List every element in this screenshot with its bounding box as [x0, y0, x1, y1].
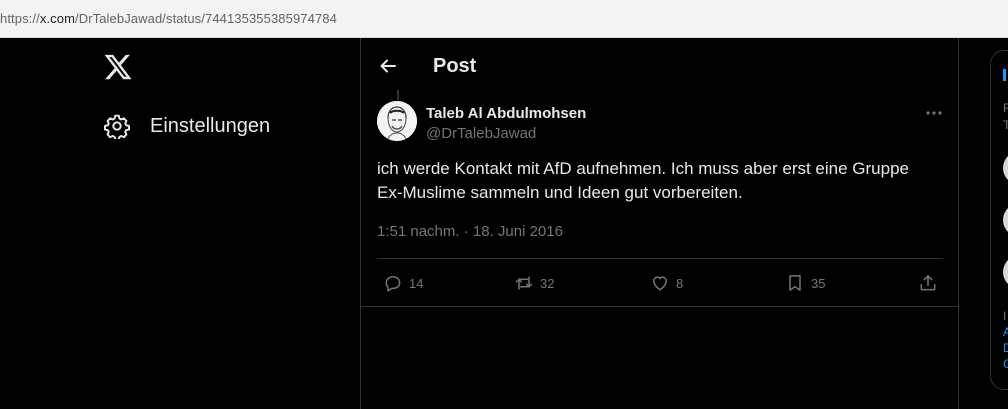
- back-button[interactable]: [378, 56, 398, 76]
- avatar-sketch-icon: [377, 101, 417, 141]
- sidebar-text: I: [1003, 309, 1007, 323]
- tweet-text-line: ich werde Kontakt mit AfD aufnehmen. Ich…: [377, 159, 909, 178]
- author-handle[interactable]: @DrTalebJawad: [426, 125, 536, 142]
- browser-url-bar[interactable]: https://x.com/DrTalebJawad/status/744135…: [0, 0, 1008, 38]
- tweet-timestamp[interactable]: 1:51 nachm. · 18. Juni 2016: [377, 223, 563, 240]
- more-options-button[interactable]: [924, 106, 944, 120]
- x-logo-icon[interactable]: [103, 52, 133, 82]
- bookmark-count: 35: [811, 275, 826, 291]
- more-dots-icon: [926, 111, 942, 115]
- url-path: /DrTalebJawad/status/744135355385974784: [75, 11, 337, 26]
- share-button[interactable]: [918, 272, 938, 294]
- avatar[interactable]: [1003, 255, 1008, 289]
- avatar[interactable]: [1003, 203, 1008, 237]
- nav-settings[interactable]: Einstellungen: [104, 110, 270, 142]
- bookmark-button[interactable]: 35: [785, 272, 825, 294]
- nav-settings-label: Einstellungen: [150, 114, 271, 137]
- main-column: Post Taleb Al Abdulmohsen @DrTalebJawad …: [360, 38, 959, 409]
- avatar[interactable]: [1003, 151, 1008, 185]
- tweet-text-line: Ex-Muslime sammeln und Ideen gut vorbere…: [377, 183, 743, 202]
- sidebar-text: T: [1003, 118, 1008, 132]
- heart-icon: [653, 276, 667, 291]
- gear-icon: [104, 114, 130, 139]
- divider: [361, 306, 958, 307]
- like-button[interactable]: 8: [650, 272, 683, 294]
- bookmark-icon: [789, 275, 801, 291]
- repost-icon: [515, 276, 533, 290]
- share-icon: [920, 275, 936, 291]
- divider: [377, 258, 943, 259]
- avatar[interactable]: [377, 101, 417, 141]
- url-prefix: https://: [0, 11, 40, 26]
- sidebar-text: R: [1003, 101, 1008, 115]
- repost-button[interactable]: 32: [514, 272, 554, 294]
- sidebar-link[interactable]: C: [1003, 357, 1008, 371]
- url-text[interactable]: https://x.com/DrTalebJawad/status/744135…: [0, 11, 337, 26]
- accent-bar: [1003, 69, 1006, 81]
- like-count: 8: [676, 275, 684, 291]
- thread-connector: [397, 90, 399, 100]
- sidebar-link[interactable]: D: [1003, 341, 1008, 355]
- url-host: x.com: [39, 11, 75, 26]
- reply-button[interactable]: 14: [383, 272, 423, 294]
- author-name[interactable]: Taleb Al Abdulmohsen: [426, 105, 586, 122]
- tweet-text: ich werde Kontakt mit AfD aufnehmen. Ich…: [377, 157, 947, 205]
- reply-count: 14: [409, 275, 424, 291]
- arrow-left-icon: [380, 59, 396, 73]
- page-title: Post: [433, 55, 477, 77]
- repost-count: 32: [540, 275, 555, 291]
- reply-icon: [385, 276, 401, 292]
- right-sidebar-panel: R T I A D C: [990, 50, 1008, 390]
- sidebar-link[interactable]: A: [1003, 325, 1008, 339]
